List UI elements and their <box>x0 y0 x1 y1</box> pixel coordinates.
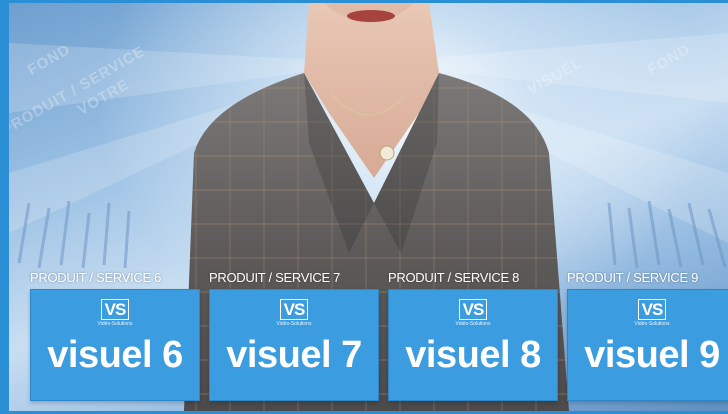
tile-card: VS Vidéo-Solutions visuel 7 <box>209 289 379 401</box>
logo-text: VS <box>104 299 127 319</box>
vs-logo-icon: VS Vidéo-Solutions <box>455 299 491 327</box>
tile-label: visuel 8 <box>405 334 541 376</box>
tile-label: visuel 9 <box>584 334 720 376</box>
product-tile-8[interactable]: PRODUIT / SERVICE 8 VS Vidéo-Solutions v… <box>388 267 558 401</box>
tile-caption: PRODUIT / SERVICE 9 <box>567 270 699 285</box>
vs-logo-icon: VS Vidéo-Solutions <box>634 299 670 327</box>
tile-label: visuel 6 <box>47 334 183 376</box>
logo-subtext: Vidéo-Solutions <box>276 321 312 327</box>
tile-caption: PRODUIT / SERVICE 8 <box>388 270 520 285</box>
video-frame: PRODUIT / SERVICE VOTRE VISUEL FOND FOND <box>0 0 728 414</box>
tile-caption: PRODUIT / SERVICE 7 <box>209 270 341 285</box>
logo-text: VS <box>283 299 306 319</box>
vs-logo-icon: VS Vidéo-Solutions <box>97 299 133 327</box>
logo-subtext: Vidéo-Solutions <box>455 321 491 327</box>
product-tile-7[interactable]: PRODUIT / SERVICE 7 VS Vidéo-Solutions v… <box>209 267 379 401</box>
vs-logo-icon: VS Vidéo-Solutions <box>276 299 312 327</box>
logo-text: VS <box>641 299 664 319</box>
logo-subtext: Vidéo-Solutions <box>634 321 670 327</box>
product-tile-9[interactable]: PRODUIT / SERVICE 9 VS Vidéo-Solutions v… <box>567 267 728 401</box>
tile-card: VS Vidéo-Solutions visuel 6 <box>30 289 200 401</box>
product-tile-6[interactable]: PRODUIT / SERVICE 6 VS Vidéo-Solutions v… <box>30 267 200 401</box>
tile-caption: PRODUIT / SERVICE 6 <box>30 270 162 285</box>
tile-card: VS Vidéo-Solutions visuel 8 <box>388 289 558 401</box>
logo-subtext: Vidéo-Solutions <box>97 321 133 327</box>
tile-card: VS Vidéo-Solutions visuel 9 <box>567 289 728 401</box>
logo-text: VS <box>462 299 485 319</box>
tile-label: visuel 7 <box>226 334 362 376</box>
